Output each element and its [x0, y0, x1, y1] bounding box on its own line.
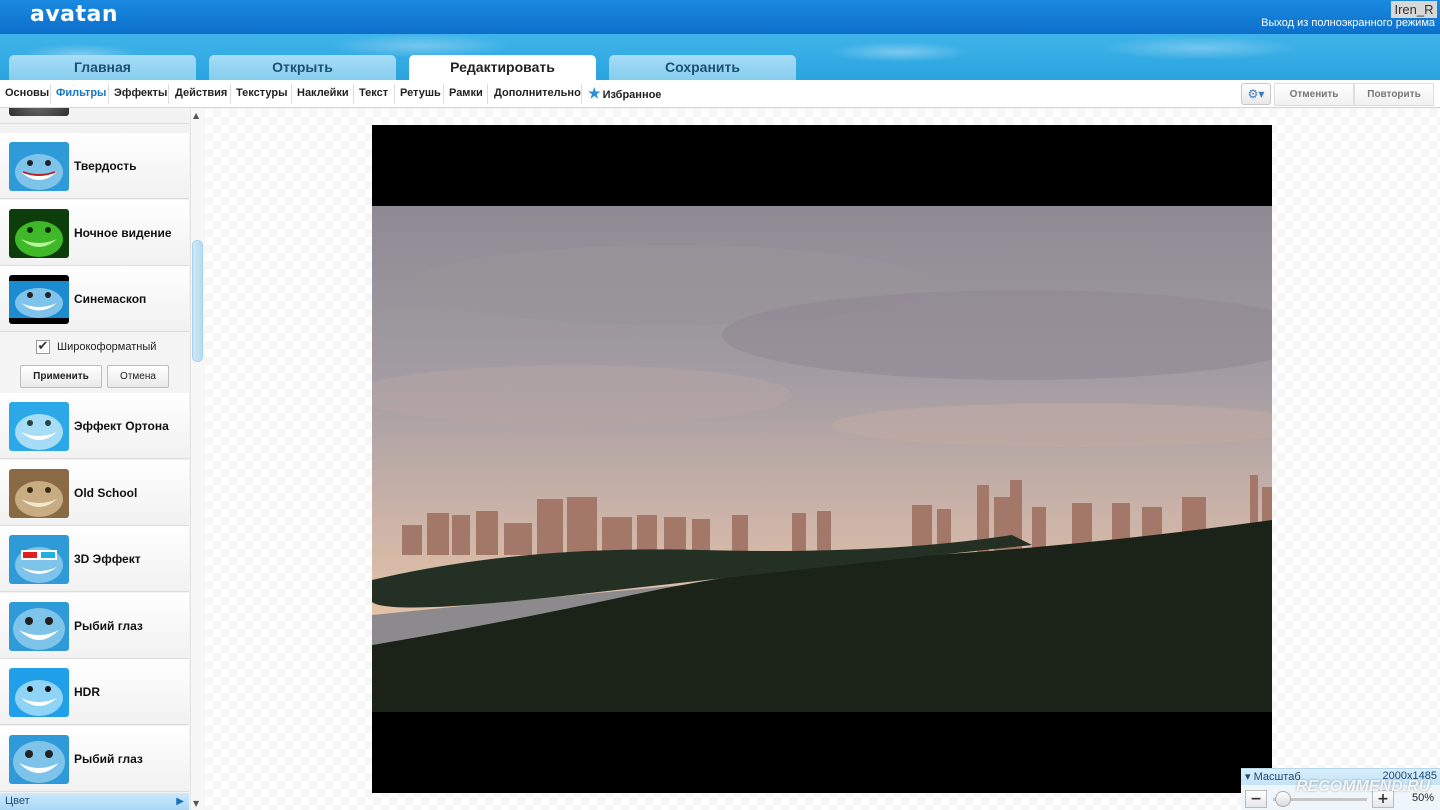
filter-list-scrollbar[interactable]: ▲ ▼	[190, 108, 204, 810]
filter-label: Рыбий глаз	[74, 752, 143, 766]
filter-item-partial[interactable]	[0, 108, 189, 124]
filter-label: 3D Эффект	[74, 552, 141, 566]
divider	[108, 84, 109, 104]
zoom-out-button[interactable]: −	[1245, 790, 1267, 808]
scroll-up-arrow-icon[interactable]: ▲	[193, 111, 199, 120]
filter-item-fisheye-2[interactable]: Рыбий глаз	[0, 726, 189, 792]
divider	[353, 84, 354, 104]
zoom-title-label: Масштаб	[1253, 771, 1301, 783]
divider	[487, 84, 488, 104]
submenu-extra[interactable]: Дополнительно	[494, 80, 581, 108]
divider	[394, 84, 395, 104]
filter-label: Рыбий глаз	[74, 619, 143, 633]
star-icon: ★	[588, 85, 601, 101]
filter-item-night-vision[interactable]: Ночное видение	[0, 200, 189, 266]
shark-thumbnail-icon	[9, 209, 69, 258]
submenu-effects[interactable]: Эффекты	[114, 80, 167, 108]
exit-fullscreen-link[interactable]: Выход из полноэкранного режима	[1261, 17, 1435, 29]
filter-item-cinemascope[interactable]: Синемаскоп	[0, 266, 189, 332]
settings-button[interactable]: ⚙▾	[1241, 83, 1271, 105]
filter-label: Old School	[74, 486, 138, 500]
triangle-right-icon: ▶	[176, 796, 184, 807]
redo-button[interactable]: Повторить	[1354, 83, 1434, 106]
shark-thumbnail-icon	[9, 668, 69, 717]
shark-thumbnail-icon	[9, 402, 69, 451]
shark-thumbnail-icon	[9, 142, 69, 191]
divider	[443, 84, 444, 104]
submenu-stickers[interactable]: Наклейки	[297, 80, 349, 108]
submenu-textures[interactable]: Текстуры	[236, 80, 288, 108]
scroll-down-arrow-icon[interactable]: ▼	[193, 799, 199, 808]
submenu-actions[interactable]: Действия	[175, 80, 227, 108]
site-watermark: RECOMMEND.RU	[1296, 778, 1431, 795]
submenu-basics[interactable]: Основы	[5, 80, 49, 108]
user-name[interactable]: Iren_R	[1391, 1, 1437, 18]
submenu-text[interactable]: Текст	[359, 80, 388, 108]
divider	[581, 84, 582, 104]
color-section-header[interactable]: Цвет ▶	[0, 793, 189, 810]
submenu-retouch[interactable]: Ретушь	[400, 80, 441, 108]
shark-thumbnail-icon	[9, 535, 69, 584]
divider	[50, 84, 51, 104]
filter-item-3d-effect[interactable]: 3D Эффект	[0, 526, 189, 592]
shark-thumbnail-icon	[9, 602, 69, 651]
apply-button[interactable]: Применить	[20, 365, 102, 388]
cinemascope-options: ✔ Широкоформатный Применить Отмена	[0, 332, 189, 394]
top-bar: avatan Iren_R Выход из полноэкранного ре…	[0, 0, 1440, 34]
filter-item-old-school[interactable]: Old School	[0, 460, 189, 526]
filter-label: Синемаскоп	[74, 292, 147, 306]
gear-icon: ⚙▾	[1247, 87, 1265, 101]
color-section-label: Цвет	[5, 795, 30, 807]
submenu-favorites[interactable]: ★ Избранное	[588, 80, 661, 108]
widescreen-label: Широкоформатный	[57, 341, 157, 353]
shark-thumbnail-icon	[9, 735, 69, 784]
divider	[291, 84, 292, 104]
tab-home[interactable]: Главная	[9, 55, 196, 80]
filter-item-orton[interactable]: Эффект Ортона	[0, 393, 189, 459]
shark-thumbnail-icon	[9, 469, 69, 518]
filter-label: Эффект Ортона	[74, 419, 169, 433]
tab-open[interactable]: Открыть	[209, 55, 396, 80]
zoom-title: ▾ Масштаб	[1245, 771, 1301, 783]
shark-thumbnail-icon	[9, 275, 69, 324]
widescreen-checkbox[interactable]: ✔	[36, 340, 50, 354]
filter-label: Ночное видение	[74, 226, 172, 240]
filter-label: Твердость	[74, 159, 137, 173]
edited-photo[interactable]	[352, 125, 1322, 793]
scrollbar-thumb[interactable]	[192, 240, 203, 362]
tab-band: Главная Открыть Редактировать Сохранить	[0, 34, 1440, 80]
divider	[168, 84, 169, 104]
tab-save[interactable]: Сохранить	[609, 55, 796, 80]
filter-item-hdr[interactable]: HDR	[0, 659, 189, 725]
city-skyline-photo	[352, 125, 1322, 793]
submenu-frames[interactable]: Рамки	[449, 80, 483, 108]
filter-list-panel: Твердость Ночное видение Синемаскоп ✔ Ши…	[0, 108, 190, 810]
filter-label: HDR	[74, 685, 100, 699]
cancel-button[interactable]: Отмена	[107, 365, 169, 388]
tab-edit[interactable]: Редактировать	[409, 55, 596, 80]
favorites-label: Избранное	[602, 89, 662, 101]
zoom-slider-knob[interactable]	[1275, 791, 1291, 807]
shark-thumbnail-icon	[9, 108, 69, 116]
filter-item-hardness[interactable]: Твердость	[0, 133, 189, 199]
filter-item-fisheye[interactable]: Рыбий глаз	[0, 593, 189, 659]
submenu-filters[interactable]: Фильтры	[56, 80, 106, 108]
app-logo[interactable]: avatan	[30, 2, 118, 27]
divider	[230, 84, 231, 104]
undo-button[interactable]: Отменить	[1274, 83, 1354, 106]
edit-submenu: Основы Фильтры Эффекты Действия Текстуры…	[0, 80, 1440, 108]
